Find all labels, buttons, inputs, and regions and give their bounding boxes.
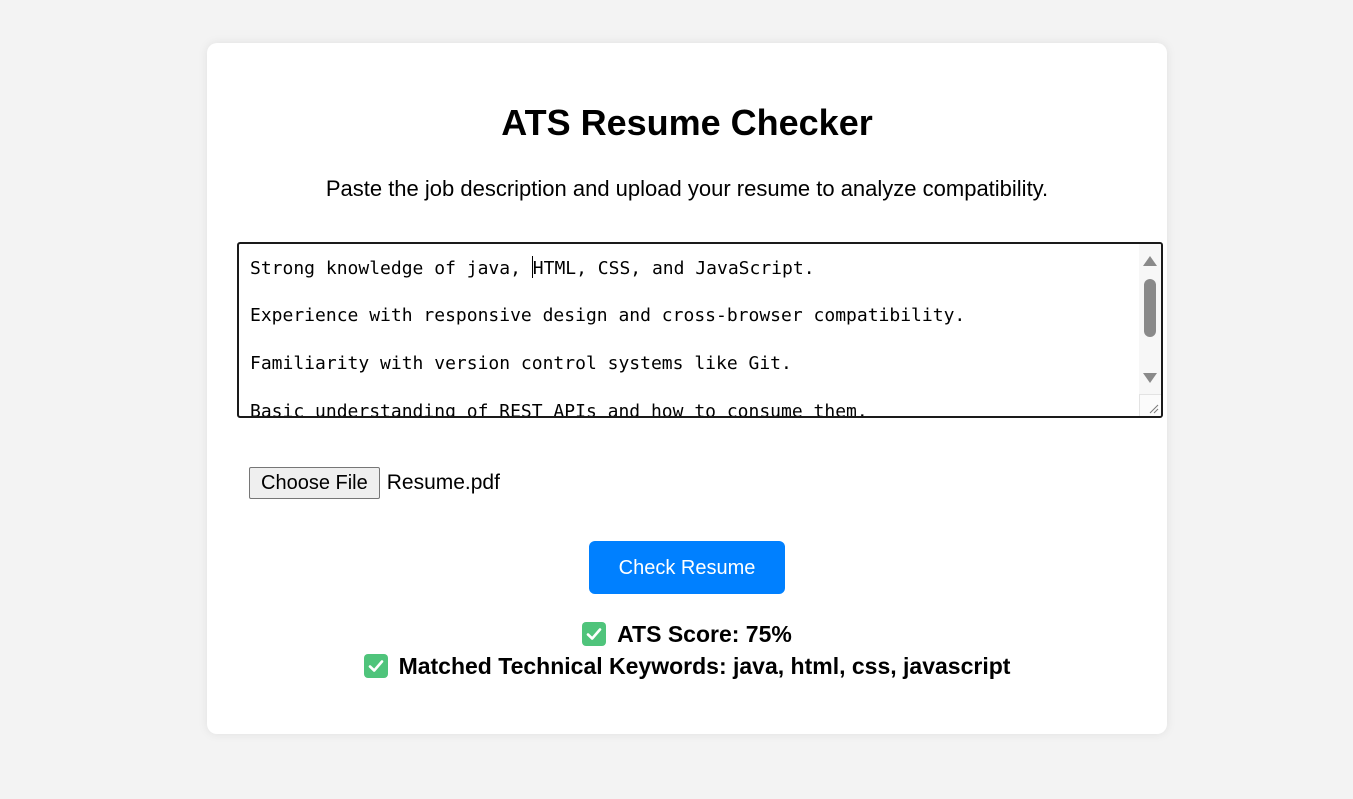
page-subtitle: Paste the job description and upload you…	[325, 176, 1049, 201]
ats-score-result: ATS Score: 75%	[207, 619, 1167, 649]
selected-file-name: Resume.pdf	[386, 471, 500, 494]
check-resume-button[interactable]: Check Resume	[589, 541, 785, 594]
scrollbar-thumb[interactable]	[1144, 279, 1156, 337]
page-title: ATS Resume Checker	[501, 102, 873, 143]
matched-keywords-result: Matched Technical Keywords: java, html, …	[207, 651, 1167, 681]
check-mark-button-icon	[582, 622, 607, 646]
check-mark-button-icon	[363, 654, 388, 678]
ats-score-text: ATS Score: 75%	[617, 621, 792, 647]
textarea-scrollbar[interactable]	[1139, 244, 1161, 394]
resume-checker-card: ATS Resume Checker Paste the job descrip…	[207, 43, 1167, 734]
job-description-textarea[interactable]: Strong knowledge of java, HTML, CSS, and…	[237, 242, 1163, 418]
job-description-line: Experience with responsive design and cr…	[250, 305, 966, 326]
resize-grip-icon	[1149, 404, 1159, 414]
job-description-text[interactable]: Strong knowledge of java, HTML, CSS, and…	[250, 256, 1130, 418]
matched-keywords-text: Matched Technical Keywords: java, html, …	[398, 653, 1011, 679]
file-upload-row: Choose File Resume.pdf	[249, 467, 500, 499]
job-description-line: Familiarity with version control systems…	[250, 353, 792, 374]
resize-handle[interactable]	[1139, 394, 1161, 416]
scroll-up-arrow-icon[interactable]	[1143, 256, 1157, 266]
job-description-line: Basic understanding of REST APIs and how…	[250, 401, 868, 418]
job-description-line: Strong knowledge of java, HTML, CSS, and…	[250, 256, 815, 279]
scroll-down-arrow-icon[interactable]	[1143, 373, 1157, 383]
choose-file-button[interactable]: Choose File	[249, 467, 380, 499]
